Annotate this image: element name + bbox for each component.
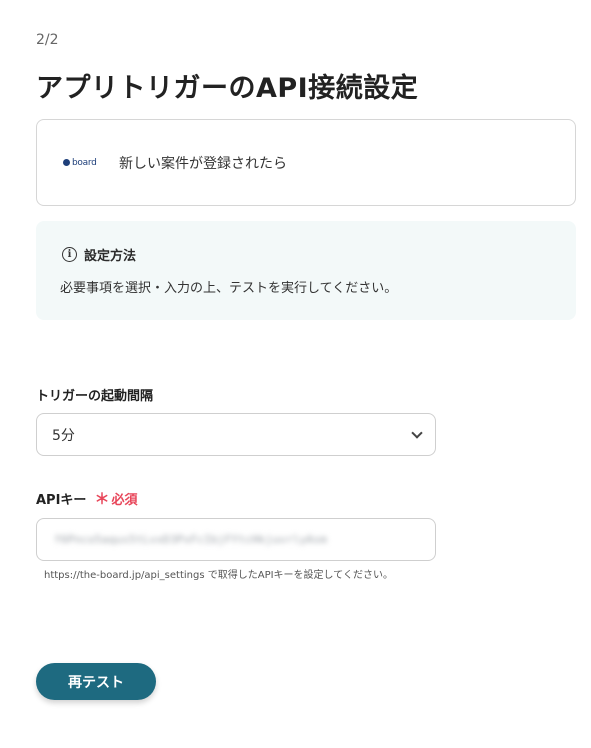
required-text: 必須 [111, 493, 138, 508]
retest-button[interactable]: 再テスト [36, 663, 156, 700]
api-key-input[interactable]: f6Pnco5aqus5tLvxD3PxFcIbjFYtcHkjuvrlyAsm [36, 518, 436, 561]
trigger-name: 新しい案件が登録されたら [119, 155, 287, 172]
api-key-help-text: https://the-board.jp/api_settings で取得したA… [44, 570, 393, 581]
api-key-label-row: APIキー ＊ 必須 [36, 488, 137, 509]
interval-select[interactable]: 5分 [36, 413, 436, 456]
api-key-label: APIキー [36, 493, 87, 508]
page-title: アプリトリガーのAPI接続設定 [36, 73, 419, 104]
info-icon: i [62, 247, 77, 262]
interval-label: トリガーの起動間隔 [36, 389, 154, 404]
api-key-value: f6Pnco5aqus5tLvxD3PxFcIbjFYtcHkjuvrlyAsm [54, 533, 327, 546]
app-trigger-card: board 新しい案件が登録されたら [36, 119, 576, 206]
required-badge: ＊ 必須 [94, 488, 137, 509]
setup-info-box: i 設定方法 必要事項を選択・入力の上、テストを実行してください。 [36, 221, 576, 320]
required-star-icon: ＊ [94, 490, 110, 508]
board-logo-dot [63, 159, 70, 166]
interval-selected-value: 5分 [52, 427, 75, 444]
board-logo-text: board [72, 157, 97, 168]
step-indicator: 2/2 [36, 32, 59, 48]
info-header: i 設定方法 [62, 245, 576, 264]
info-text: 必要事項を選択・入力の上、テストを実行してください。 [60, 281, 398, 296]
board-logo-icon: board [63, 158, 101, 168]
chevron-down-icon [411, 426, 423, 439]
info-title: 設定方法 [84, 249, 137, 264]
